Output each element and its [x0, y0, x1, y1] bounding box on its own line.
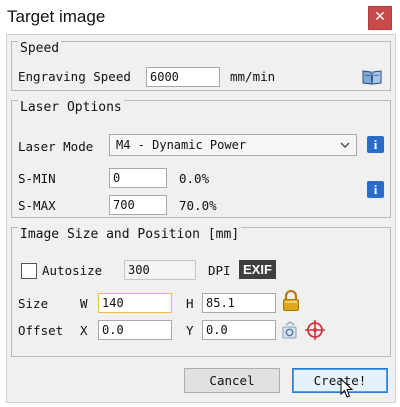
- autosize-checkbox[interactable]: [21, 263, 37, 279]
- reset-position-icon[interactable]: [282, 321, 298, 339]
- smin-percent: 0.0%: [179, 171, 210, 186]
- image-size-position-group: Image Size and Position [mm] Autosize 30…: [11, 227, 391, 357]
- speed-unit-label: mm/min: [230, 69, 276, 84]
- laser-mode-info-icon[interactable]: i: [367, 136, 384, 153]
- smin-input[interactable]: 0: [109, 168, 167, 188]
- cancel-button[interactable]: Cancel: [184, 368, 280, 393]
- laser-options-group: Laser Options Laser Mode M4 - Dynamic Po…: [11, 100, 391, 218]
- dpi-label: DPI: [208, 263, 231, 278]
- width-input[interactable]: 140: [98, 293, 172, 313]
- laser-mode-label: Laser Mode: [18, 139, 94, 154]
- smax-label: S-MAX: [18, 198, 56, 213]
- smax-percent: 70.0%: [179, 198, 217, 213]
- book-icon[interactable]: [362, 69, 382, 85]
- smin-label: S-MIN: [18, 171, 56, 186]
- exif-button[interactable]: EXIF: [239, 260, 276, 279]
- chevron-down-icon: [340, 142, 350, 148]
- laser-options-group-title: Laser Options: [18, 100, 124, 115]
- speed-group-title: Speed: [18, 41, 62, 56]
- center-target-icon[interactable]: [305, 320, 325, 340]
- window-title: Target image: [7, 7, 106, 26]
- dpi-input[interactable]: 300: [124, 260, 196, 280]
- close-button[interactable]: ✕: [368, 6, 392, 30]
- offset-x-input[interactable]: 0.0: [98, 320, 172, 340]
- speed-group: Speed Engraving Speed 6000 mm/min: [11, 41, 391, 91]
- smax-input[interactable]: 700: [109, 195, 167, 215]
- offset-label: Offset: [18, 323, 64, 338]
- offset-y-input[interactable]: 0.0: [202, 320, 276, 340]
- smin-smax-info-icon[interactable]: i: [367, 181, 384, 198]
- laser-mode-value: M4 - Dynamic Power: [116, 138, 247, 152]
- dialog-body: Speed Engraving Speed 6000 mm/min Laser …: [6, 34, 396, 403]
- engraving-speed-input[interactable]: 6000: [146, 67, 220, 87]
- laser-mode-select[interactable]: M4 - Dynamic Power: [109, 134, 357, 156]
- lock-icon[interactable]: [282, 290, 300, 312]
- title-bar: Target image ✕: [0, 0, 400, 34]
- width-label: W: [80, 296, 88, 311]
- height-input[interactable]: 85.1: [202, 293, 276, 313]
- offset-x-label: X: [80, 323, 88, 338]
- size-label: Size: [18, 296, 49, 311]
- offset-y-label: Y: [186, 323, 194, 338]
- autosize-label: Autosize: [42, 263, 103, 278]
- height-label: H: [186, 296, 194, 311]
- mouse-cursor-icon: [340, 378, 354, 398]
- image-size-group-title: Image Size and Position [mm]: [18, 227, 242, 242]
- engraving-speed-label: Engraving Speed: [18, 69, 131, 84]
